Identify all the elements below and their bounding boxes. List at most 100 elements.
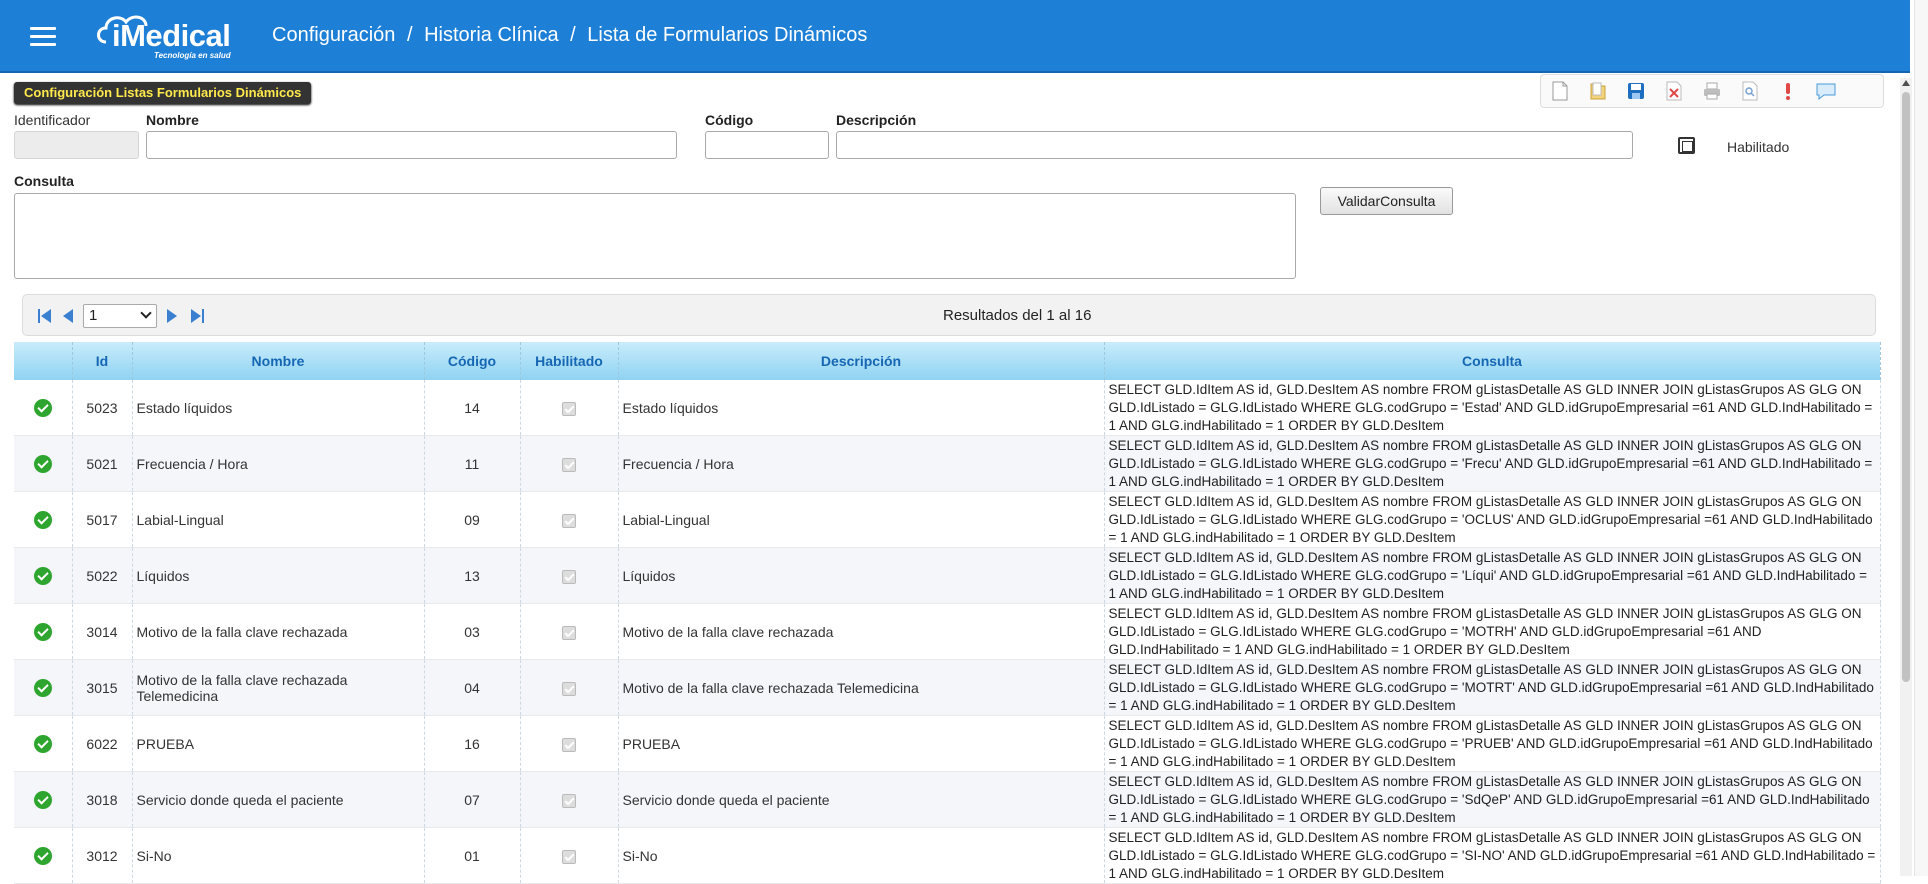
cell-codigo: 07 <box>424 771 521 828</box>
cell-id: 3018 <box>72 771 133 828</box>
habilitado-checkbox-disabled <box>562 401 576 416</box>
habilitado-checkbox-disabled <box>562 737 576 752</box>
consulta-textarea[interactable] <box>14 193 1296 279</box>
table-row[interactable]: 5022 Líquidos 13 Líquidos SELECT GLD.IdI… <box>14 547 1881 604</box>
habilitado-checkbox-disabled <box>562 569 576 584</box>
descripcion-label: Descripción <box>836 112 917 128</box>
col-header-status <box>14 342 73 380</box>
consulta-label: Consulta <box>14 173 74 189</box>
breadcrumb-configuracion[interactable]: Configuración <box>272 24 395 46</box>
breadcrumb: Configuración / Historia Clínica / Lista… <box>272 24 873 47</box>
breadcrumb-separator: / <box>570 24 576 46</box>
cell-consulta: SELECT GLD.IdItem AS id, GLD.DesItem AS … <box>1104 603 1881 660</box>
habilitado-checkbox-disabled <box>562 625 576 640</box>
descripcion-field[interactable] <box>836 131 1633 159</box>
table-row[interactable]: 5023 Estado líquidos 14 Estado líquidos … <box>14 380 1881 436</box>
check-circle-icon <box>33 510 52 529</box>
comment-icon[interactable] <box>1807 76 1845 106</box>
identificador-field <box>14 131 139 159</box>
toolbar <box>1540 74 1884 108</box>
table-row[interactable]: 6022 PRUEBA 16 PRUEBA SELECT GLD.IdItem … <box>14 715 1881 772</box>
cell-id: 5023 <box>72 380 133 436</box>
imedical-logo[interactable]: iMedical Tecnología en salud <box>92 12 252 64</box>
previous-page-icon[interactable] <box>61 307 77 325</box>
top-bar: iMedical Tecnología en salud Configuraci… <box>0 0 1910 73</box>
table-row[interactable]: 3015 Motivo de la falla clave rechazada … <box>14 659 1881 716</box>
cell-nombre: Líquidos <box>132 547 425 604</box>
col-header-id[interactable]: Id <box>72 342 133 380</box>
table-row[interactable]: 5021 Frecuencia / Hora 11 Frecuencia / H… <box>14 435 1881 492</box>
cell-consulta: SELECT GLD.IdItem AS id, GLD.DesItem AS … <box>1104 715 1881 772</box>
hamburger-menu-icon[interactable] <box>30 27 56 47</box>
check-circle-icon <box>33 622 52 641</box>
preview-icon[interactable] <box>1731 76 1769 106</box>
cell-nombre: Motivo de la falla clave rechazada Telem… <box>132 659 425 716</box>
scroll-up-icon[interactable] <box>1902 80 1910 86</box>
results-table: Id Nombre Código Habilitado Descripción … <box>14 342 1881 884</box>
logo-text: iMedical <box>112 18 231 53</box>
cell-id: 5017 <box>72 491 133 548</box>
chevron-down-icon <box>140 307 152 319</box>
vertical-scrollbar[interactable] <box>1900 78 1912 876</box>
cell-descripcion: Motivo de la falla clave rechazada Telem… <box>618 659 1105 716</box>
codigo-field[interactable] <box>705 131 829 159</box>
table-row[interactable]: 3018 Servicio donde queda el paciente 07… <box>14 771 1881 828</box>
cell-descripcion: PRUEBA <box>618 715 1105 772</box>
col-header-codigo[interactable]: Código <box>424 342 521 380</box>
check-circle-icon <box>33 678 52 697</box>
cell-consulta: SELECT GLD.IdItem AS id, GLD.DesItem AS … <box>1104 380 1881 436</box>
table-row[interactable]: 3012 Si-No 01 Si-No SELECT GLD.IdItem AS… <box>14 827 1881 884</box>
col-header-nombre[interactable]: Nombre <box>132 342 425 380</box>
col-header-descripcion[interactable]: Descripción <box>618 342 1105 380</box>
save-icon[interactable] <box>1617 76 1655 106</box>
nombre-field[interactable] <box>146 131 677 159</box>
habilitado-checkbox-disabled <box>562 513 576 528</box>
scrollbar-thumb[interactable] <box>1902 92 1910 682</box>
breadcrumb-historia-clinica[interactable]: Historia Clínica <box>424 24 558 46</box>
delete-icon[interactable] <box>1655 76 1693 106</box>
table-row[interactable]: 5017 Labial-Lingual 09 Labial-Lingual SE… <box>14 491 1881 548</box>
alert-icon[interactable] <box>1769 76 1807 106</box>
breadcrumb-current-page: Lista de Formularios Dinámicos <box>587 24 868 46</box>
cell-codigo: 13 <box>424 547 521 604</box>
pager: 1 Resultados del 1 al 16 <box>22 294 1876 336</box>
table-header-row: Id Nombre Código Habilitado Descripción … <box>14 342 1881 380</box>
cell-consulta: SELECT GLD.IdItem AS id, GLD.DesItem AS … <box>1104 659 1881 716</box>
cell-codigo: 09 <box>424 491 521 548</box>
cell-codigo: 04 <box>424 659 521 716</box>
window-edge <box>1914 0 1928 876</box>
cell-descripcion: Estado líquidos <box>618 380 1105 436</box>
open-folder-icon[interactable] <box>1579 76 1617 106</box>
cell-consulta: SELECT GLD.IdItem AS id, GLD.DesItem AS … <box>1104 771 1881 828</box>
habilitado-checkbox-disabled <box>562 793 576 808</box>
cell-codigo: 16 <box>424 715 521 772</box>
check-circle-icon <box>33 846 52 865</box>
validar-consulta-button[interactable]: ValidarConsulta <box>1320 187 1453 215</box>
cell-nombre: Motivo de la falla clave rechazada <box>132 603 425 660</box>
col-header-habilitado[interactable]: Habilitado <box>520 342 619 380</box>
cell-nombre: Frecuencia / Hora <box>132 435 425 492</box>
cell-codigo: 01 <box>424 827 521 884</box>
next-page-icon[interactable] <box>165 307 181 325</box>
habilitado-checkbox[interactable] <box>1678 137 1695 154</box>
check-circle-icon <box>33 398 52 417</box>
habilitado-checkbox-disabled <box>562 457 576 472</box>
cell-id: 3012 <box>72 827 133 884</box>
first-page-icon[interactable] <box>37 307 53 325</box>
page-select[interactable]: 1 <box>83 304 157 328</box>
cell-consulta: SELECT GLD.IdItem AS id, GLD.DesItem AS … <box>1104 435 1881 492</box>
last-page-icon[interactable] <box>189 307 205 325</box>
cell-nombre: Estado líquidos <box>132 380 425 436</box>
col-header-consulta[interactable]: Consulta <box>1104 342 1881 380</box>
check-circle-icon <box>33 566 52 585</box>
results-count: Resultados del 1 al 16 <box>943 307 1092 324</box>
page-select-value: 1 <box>89 307 98 324</box>
panel-title: Configuración Listas Formularios Dinámic… <box>14 82 312 104</box>
cell-consulta: SELECT GLD.IdItem AS id, GLD.DesItem AS … <box>1104 547 1881 604</box>
identificador-label: Identificador <box>14 112 91 128</box>
print-icon[interactable] <box>1693 76 1731 106</box>
cell-codigo: 14 <box>424 380 521 436</box>
new-document-icon[interactable] <box>1541 76 1579 106</box>
habilitado-checkbox-disabled <box>562 681 576 696</box>
table-row[interactable]: 3014 Motivo de la falla clave rechazada … <box>14 603 1881 660</box>
